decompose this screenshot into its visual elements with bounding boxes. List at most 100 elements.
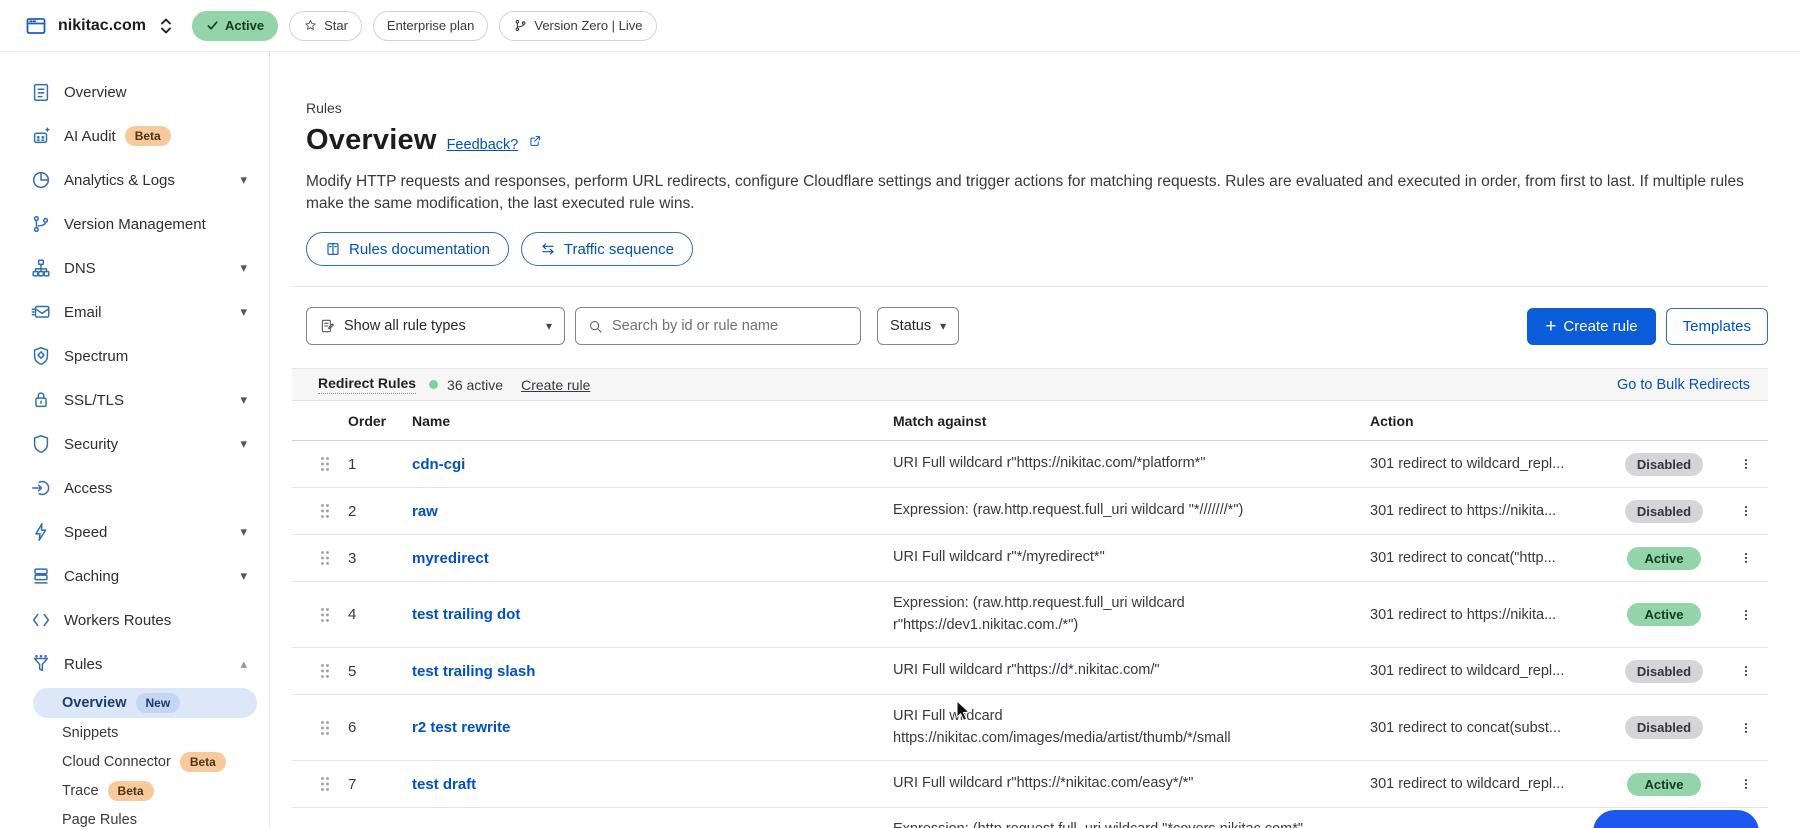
status-active-badge: Active xyxy=(192,11,278,41)
sidebar-item-caching[interactable]: Caching xyxy=(0,554,269,598)
sidebar: Overview AI Audit Beta Analytics & Logs … xyxy=(0,52,270,828)
rule-order: 3 xyxy=(348,550,404,567)
templates-button[interactable]: Templates xyxy=(1666,308,1768,345)
rule-name-link[interactable]: cdn-cgi xyxy=(404,456,884,473)
plan-badge[interactable]: Enterprise plan xyxy=(373,11,488,41)
active-count: 36 active xyxy=(447,377,503,393)
kebab-menu-icon[interactable] xyxy=(1737,547,1755,569)
sidebar-item-rules[interactable]: Rules xyxy=(0,642,269,686)
new-badge: New xyxy=(136,693,181,713)
table-row: 6 r2 test rewrite URI Full wildcard http… xyxy=(292,695,1768,761)
kebab-menu-icon[interactable] xyxy=(1737,604,1755,626)
version-badge[interactable]: Version Zero | Live xyxy=(499,11,656,41)
rule-order: 1 xyxy=(348,456,404,473)
rule-match-expression: Expression: (raw.http.request.full_uri w… xyxy=(884,587,1362,643)
redirect-rules-tab[interactable]: Redirect Rules xyxy=(318,375,416,394)
rule-name-link[interactable]: raw xyxy=(404,503,884,520)
sidebar-item-access[interactable]: Access xyxy=(0,466,269,510)
divider xyxy=(292,286,1768,287)
funnel-icon xyxy=(30,653,52,675)
rule-match-expression: URI Full wildcard https://nikitac.com/im… xyxy=(884,700,1362,756)
status-select[interactable]: Status xyxy=(877,307,959,345)
sidebar-item-security[interactable]: Security xyxy=(0,422,269,466)
status-badge: Disabled xyxy=(1625,453,1703,476)
status-badge: Active xyxy=(1627,547,1701,570)
rule-name-link[interactable]: test trailing slash xyxy=(404,663,884,680)
status-badge: Active xyxy=(1627,773,1701,796)
rule-name-link[interactable]: r2 test rewrite xyxy=(404,719,884,736)
sidebar-subitem-cloud-connector[interactable]: Cloud Connector Beta xyxy=(33,747,257,776)
external-link-icon[interactable] xyxy=(528,134,542,148)
sidebar-item-spectrum[interactable]: Spectrum xyxy=(0,334,269,378)
rule-type-select[interactable]: Show all rule types xyxy=(306,307,565,345)
traffic-sequence-button[interactable]: Traffic sequence xyxy=(521,232,693,266)
status-badge: Active xyxy=(1627,603,1701,626)
sidebar-subitem-trace[interactable]: Trace Beta xyxy=(33,776,257,805)
rule-order: 6 xyxy=(348,719,404,736)
sidebar-item-workers-routes[interactable]: Workers Routes xyxy=(0,598,269,642)
create-rule-button[interactable]: +Create rule xyxy=(1527,308,1655,345)
rule-action: 301 redirect to wildcard_repl... xyxy=(1362,663,1604,679)
rule-name-link[interactable]: test trailing dot xyxy=(404,606,884,623)
bulk-redirects-link[interactable]: Go to Bulk Redirects xyxy=(1617,377,1750,393)
rule-match-expression: URI Full wildcard r"*/myredirect*" xyxy=(884,541,1362,575)
chevron-down-icon xyxy=(240,435,247,453)
sidebar-item-email[interactable]: Email xyxy=(0,290,269,334)
drag-handle-icon[interactable] xyxy=(318,455,332,473)
rule-order: 4 xyxy=(348,606,404,623)
sidebar-item-speed[interactable]: Speed xyxy=(0,510,269,554)
sidebar-item-version-management[interactable]: Version Management xyxy=(0,202,269,246)
kebab-menu-icon[interactable] xyxy=(1737,500,1755,522)
shield-gear-icon xyxy=(30,345,52,367)
beta-badge: Beta xyxy=(108,781,154,801)
rule-action: 301 redirect to https://nikita... xyxy=(1362,503,1604,519)
kebab-menu-icon[interactable] xyxy=(1737,453,1755,475)
site-selector-icon[interactable] xyxy=(156,15,176,37)
sidebar-subitem-snippets[interactable]: Snippets xyxy=(33,718,257,747)
rules-documentation-button[interactable]: Rules documentation xyxy=(306,232,509,266)
search-input[interactable] xyxy=(612,318,848,334)
kebab-menu-icon[interactable] xyxy=(1737,660,1755,682)
drag-handle-icon[interactable] xyxy=(318,606,332,624)
drag-handle-icon[interactable] xyxy=(318,502,332,520)
rule-order: 5 xyxy=(348,663,404,680)
sidebar-item-overview[interactable]: Overview xyxy=(0,70,269,114)
feedback-link[interactable]: Feedback? xyxy=(447,137,519,153)
sidebar-item-dns[interactable]: DNS xyxy=(0,246,269,290)
rule-match-expression: URI Full wildcard r"https://*nikitac.com… xyxy=(884,767,1362,801)
table-row: 2 raw Expression: (raw.http.request.full… xyxy=(292,488,1768,535)
floating-action-pill[interactable] xyxy=(1593,810,1759,828)
clipboard-icon xyxy=(30,81,52,103)
kebab-menu-icon[interactable] xyxy=(1737,717,1755,739)
table-section-bar: Redirect Rules 36 active Create rule Go … xyxy=(292,368,1768,401)
git-branch-icon xyxy=(30,213,52,235)
create-rule-link[interactable]: Create rule xyxy=(521,377,590,393)
rule-match-expression: Expression: (http.request.full_uri wildc… xyxy=(884,813,1362,828)
sidebar-subitem-page-rules[interactable]: Page Rules xyxy=(33,805,257,828)
drag-handle-icon[interactable] xyxy=(318,775,332,793)
chevron-down-icon xyxy=(240,303,247,321)
robot-icon xyxy=(30,125,52,147)
chevron-down-icon xyxy=(546,318,552,334)
drag-handle-icon[interactable] xyxy=(318,662,332,680)
sidebar-item-analytics-logs[interactable]: Analytics & Logs xyxy=(0,158,269,202)
sidebar-subitem-overview[interactable]: Overview New xyxy=(33,688,257,718)
main-content: Rules Overview Feedback? Modify HTTP req… xyxy=(270,52,1800,828)
envelope-icon xyxy=(30,301,52,323)
drag-handle-icon[interactable] xyxy=(318,549,332,567)
sidebar-item-ssl-tls[interactable]: SSL/TLS xyxy=(0,378,269,422)
status-badge: Disabled xyxy=(1625,716,1703,739)
star-button[interactable]: Star xyxy=(289,11,362,41)
rule-name-link[interactable]: test draft xyxy=(404,776,884,793)
rule-name-link[interactable]: myredirect xyxy=(404,550,884,567)
rule-match-expression: URI Full wildcard r"https://nikitac.com/… xyxy=(884,447,1362,481)
search-box[interactable] xyxy=(575,307,861,345)
rule-action: 301 redirect to concat("http... xyxy=(1362,550,1604,566)
rules-submenu: Overview New Snippets Cloud Connector Be… xyxy=(0,688,269,828)
kebab-menu-icon[interactable] xyxy=(1737,773,1755,795)
sidebar-item-ai-audit[interactable]: AI Audit Beta xyxy=(0,114,269,158)
drag-handle-icon[interactable] xyxy=(318,719,332,737)
rule-order: 2 xyxy=(348,503,404,520)
chevron-down-icon xyxy=(240,259,247,277)
lock-icon xyxy=(30,389,52,411)
